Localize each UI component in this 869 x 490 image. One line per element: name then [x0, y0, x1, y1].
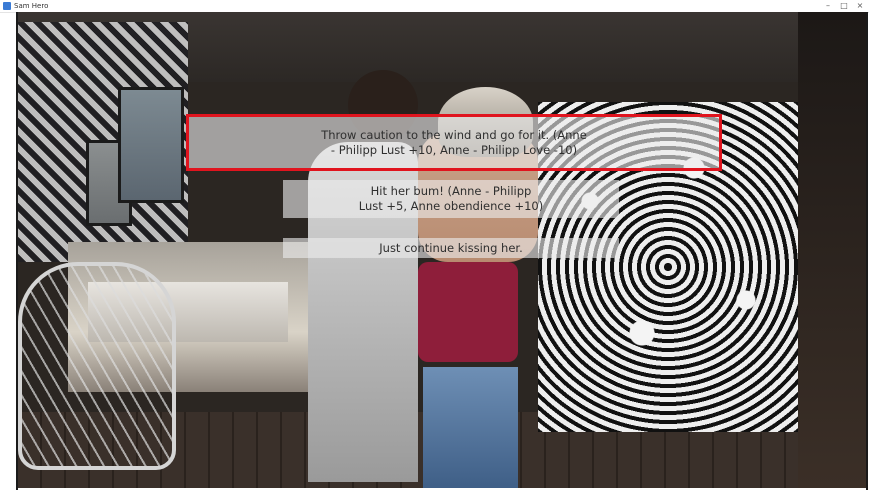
choice-menu: Throw caution to the wind and go for it.…	[18, 12, 866, 488]
window-controls: – □ ×	[823, 0, 865, 12]
game-window: Sam Hero – □ × Throw caution to the wind…	[0, 0, 869, 490]
window-title: Sam Hero	[14, 2, 49, 10]
choice-hit-bum[interactable]: Hit her bum! (Anne - Philipp Lust +5, An…	[283, 180, 619, 218]
maximize-button[interactable]: □	[839, 1, 849, 11]
choice-label: Just continue kissing her.	[379, 240, 523, 255]
game-viewport[interactable]: Throw caution to the wind and go for it.…	[18, 12, 866, 488]
choice-continue-kissing[interactable]: Just continue kissing her.	[283, 238, 619, 258]
viewport-border-right	[866, 12, 868, 490]
close-button[interactable]: ×	[855, 1, 865, 11]
choice-label: Throw caution to the wind and go for it.…	[321, 127, 587, 157]
choice-throw-caution[interactable]: Throw caution to the wind and go for it.…	[186, 114, 722, 171]
minimize-button[interactable]: –	[823, 1, 833, 11]
choice-label: Hit her bum! (Anne - Philipp Lust +5, An…	[358, 184, 544, 213]
app-icon	[3, 2, 11, 10]
